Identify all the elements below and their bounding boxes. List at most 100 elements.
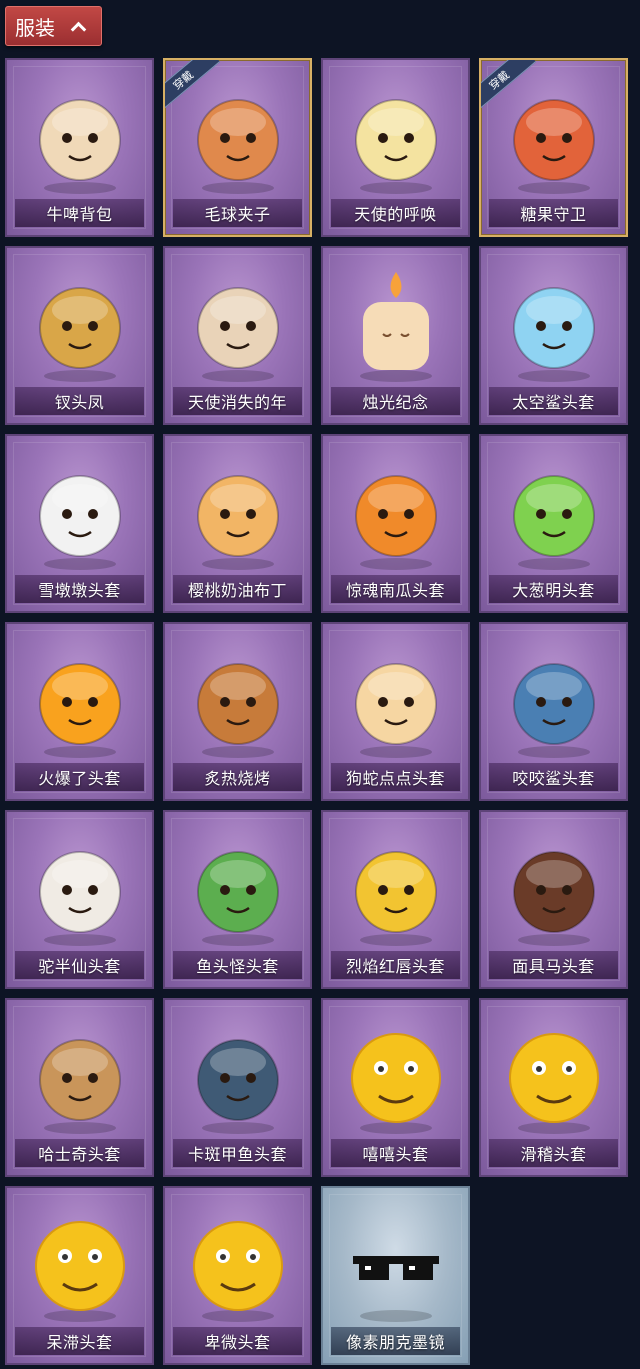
costume-label: 面具马头套 [512, 957, 595, 976]
costume-label-bar: 大葱明头套 [489, 575, 618, 603]
costume-label: 卡斑甲鱼头套 [187, 1145, 287, 1164]
costume-label-bar: 嘻嘻头套 [331, 1139, 460, 1167]
funny-emoji-icon [499, 1016, 609, 1136]
costume-label: 天使消失的年 [187, 393, 287, 412]
costume-label-bar: 钗头凤 [15, 387, 144, 415]
fish-head-monster-icon [183, 828, 293, 948]
costume-label: 咬咬鲨头套 [512, 769, 595, 788]
costume-card[interactable]: 卡斑甲鱼头套 [163, 998, 312, 1177]
costume-label: 卑微头套 [204, 1333, 271, 1352]
costume-label: 火爆了头套 [38, 769, 121, 788]
space-shark-icon [499, 264, 609, 384]
costume-label-bar: 惊魂南瓜头套 [331, 575, 460, 603]
costume-label: 呆滞头套 [46, 1333, 113, 1352]
biting-shark-icon [499, 640, 609, 760]
costume-card[interactable]: 驼半仙头套 [5, 810, 154, 989]
costume-card[interactable]: 烛光纪念 [321, 246, 470, 425]
fire-face-icon [25, 640, 135, 760]
costume-card[interactable]: 惊魂南瓜头套 [321, 434, 470, 613]
costume-card[interactable]: 大葱明头套 [479, 434, 628, 613]
costume-label: 毛球夹子 [204, 205, 271, 224]
costume-label: 牛啤背包 [46, 205, 113, 224]
costume-label: 像素朋克墨镜 [345, 1333, 445, 1352]
costume-label-bar: 哈士奇头套 [15, 1139, 144, 1167]
costume-label-bar: 卡斑甲鱼头套 [173, 1139, 302, 1167]
cherry-pudding-icon [183, 452, 293, 572]
costume-label-bar: 糖果守卫 [489, 199, 618, 227]
green-onion-icon [499, 452, 609, 572]
costume-card[interactable]: 太空鲨头套 [479, 246, 628, 425]
costume-label-bar: 驼半仙头套 [15, 951, 144, 979]
snake-dog-icon [341, 640, 451, 760]
costume-label-bar: 卑微头套 [173, 1327, 302, 1355]
costume-label: 滑稽头套 [520, 1145, 587, 1164]
humble-emoji-icon [183, 1204, 293, 1324]
grin-emoji-icon [341, 1016, 451, 1136]
costume-card[interactable]: 呆滞头套 [5, 1186, 154, 1365]
costume-card[interactable]: 哈士奇头套 [5, 998, 154, 1177]
costume-card[interactable]: 炙热烧烤 [163, 622, 312, 801]
costume-label: 天使的呼唤 [354, 205, 437, 224]
pixel-sunglasses-icon [341, 1204, 451, 1324]
costume-label-bar: 滑稽头套 [489, 1139, 618, 1167]
costume-label-bar: 雪墩墩头套 [15, 575, 144, 603]
costume-label-bar: 狗蛇点点头套 [331, 763, 460, 791]
cow-beer-barrel-icon [25, 76, 135, 196]
costume-label: 糖果守卫 [520, 205, 587, 224]
costume-label-bar: 樱桃奶油布丁 [173, 575, 302, 603]
costume-label-bar: 咬咬鲨头套 [489, 763, 618, 791]
costume-card[interactable]: 火爆了头套 [5, 622, 154, 801]
costume-card[interactable]: 穿戴 糖果守卫 [479, 58, 628, 237]
costume-card[interactable]: 像素朋克墨镜 [321, 1186, 470, 1365]
alpaca-sunglasses-icon [25, 828, 135, 948]
raccoon-drummer-icon [183, 76, 293, 196]
costume-label: 惊魂南瓜头套 [345, 581, 445, 600]
costume-label-bar: 面具马头套 [489, 951, 618, 979]
costume-card[interactable]: 钗头凤 [5, 246, 154, 425]
candle-face-icon [341, 264, 451, 384]
costume-label: 鱼头怪头套 [196, 957, 279, 976]
costume-card[interactable]: 鱼头怪头套 [163, 810, 312, 989]
costume-tab-label: 服装 [15, 15, 55, 40]
costume-card[interactable]: 樱桃奶油布丁 [163, 434, 312, 613]
costume-card[interactable]: 天使的呼唤 [321, 58, 470, 237]
costume-label: 烈焰红唇头套 [345, 957, 445, 976]
costume-card[interactable]: 穿戴 毛球夹子 [163, 58, 312, 237]
costume-card[interactable]: 嘻嘻头套 [321, 998, 470, 1177]
costume-card[interactable]: 雪墩墩头套 [5, 434, 154, 613]
yellow-mask-sunglasses-icon [341, 828, 451, 948]
costume-label-bar: 天使的呼唤 [331, 199, 460, 227]
chevron-up-icon [71, 20, 83, 32]
costume-label-bar: 烛光纪念 [331, 387, 460, 415]
angel-girl-veil-icon [183, 264, 293, 384]
husky-sunglasses-icon [25, 1016, 135, 1136]
costume-label-bar: 火爆了头套 [15, 763, 144, 791]
costume-card[interactable]: 牛啤背包 [5, 58, 154, 237]
costume-card[interactable]: 烈焰红唇头套 [321, 810, 470, 989]
costume-label-bar: 毛球夹子 [173, 199, 302, 227]
costume-label-bar: 烈焰红唇头套 [331, 951, 460, 979]
costume-grid: 牛啤背包 穿戴 毛球夹子天使的呼唤 穿戴 糖果守卫钗头凤 天使消失的年 烛光纪念 太空鲨头套雪… [5, 58, 628, 1365]
costume-label-bar: 像素朋克墨镜 [331, 1327, 460, 1355]
costume-card[interactable]: 滑稽头套 [479, 998, 628, 1177]
costume-category-tab[interactable]: 服装 [5, 6, 102, 46]
costume-card[interactable]: 卑微头套 [163, 1186, 312, 1365]
costume-label: 驼半仙头套 [38, 957, 121, 976]
whale-head-icon [183, 1016, 293, 1136]
jack-o-lantern-icon [341, 452, 451, 572]
costume-card[interactable]: 咬咬鲨头套 [479, 622, 628, 801]
costume-label: 钗头凤 [54, 393, 105, 412]
costume-label: 大葱明头套 [512, 581, 595, 600]
costume-label-bar: 鱼头怪头套 [173, 951, 302, 979]
roast-meat-icon [183, 640, 293, 760]
phoenix-crown-girl-icon [25, 264, 135, 384]
costume-card[interactable]: 狗蛇点点头套 [321, 622, 470, 801]
costume-card[interactable]: 面具马头套 [479, 810, 628, 989]
costume-label: 炙热烧烤 [204, 769, 271, 788]
costume-label: 狗蛇点点头套 [345, 769, 445, 788]
costume-label-bar: 天使消失的年 [173, 387, 302, 415]
dazed-emoji-icon [25, 1204, 135, 1324]
costume-label: 太空鲨头套 [512, 393, 595, 412]
pumpkin-scarecrow-icon [499, 76, 609, 196]
costume-card[interactable]: 天使消失的年 [163, 246, 312, 425]
